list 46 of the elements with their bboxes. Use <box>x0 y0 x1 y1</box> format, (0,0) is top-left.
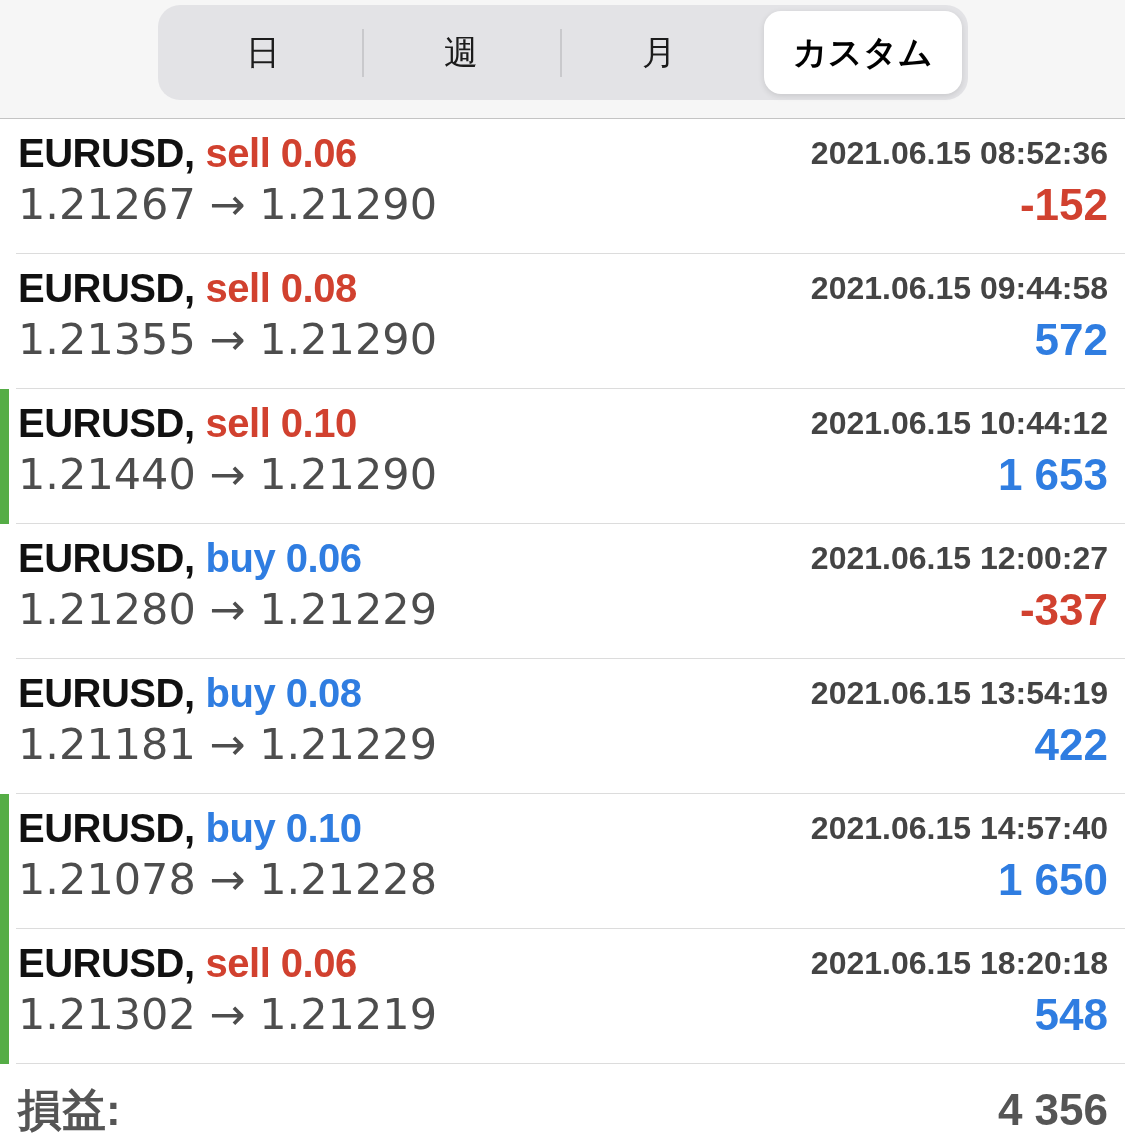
order-text: buy 0.10 <box>205 805 362 852</box>
symbol-text: EURUSD, <box>18 130 195 177</box>
symbol-text: EURUSD, <box>18 670 195 717</box>
trade-row[interactable]: EURUSD, sell 0.06 2021.06.15 08:52:36 1.21267 → 1.21290 -152 <box>0 119 1125 254</box>
trade-row[interactable]: EURUSD, buy 0.10 2021.06.15 14:57:40 1.21078 → 1.21228 1 650 <box>0 794 1125 929</box>
tab[interactable]: カスタム <box>763 11 962 94</box>
symbol-text: EURUSD, <box>18 535 195 582</box>
trade-row[interactable]: EURUSD, sell 0.08 2021.06.15 09:44:58 1.21355 → 1.21290 572 <box>0 254 1125 389</box>
time-text: 2021.06.15 10:44:12 <box>810 403 1108 443</box>
total-label: 損益: <box>18 1084 121 1136</box>
trade-row[interactable]: EURUSD, sell 0.06 2021.06.15 18:20:18 1.21302 → 1.21219 548 <box>0 929 1125 1064</box>
trade-row[interactable]: EURUSD, buy 0.08 2021.06.15 13:54:19 1.21181 → 1.21229 422 <box>0 659 1125 794</box>
order-text: sell 0.06 <box>205 940 357 987</box>
total-value: 4 356 <box>997 1084 1108 1136</box>
profit-text: -152 <box>1019 179 1108 231</box>
symbol-text: EURUSD, <box>18 400 195 447</box>
price-text: 1.21280 → 1.21229 <box>18 584 437 636</box>
order-text: sell 0.08 <box>205 265 357 312</box>
time-text: 2021.06.15 13:54:19 <box>810 673 1108 713</box>
price-text: 1.21440 → 1.21290 <box>18 449 437 501</box>
symbol-text: EURUSD, <box>18 805 195 852</box>
symbol-text: EURUSD, <box>18 940 195 987</box>
time-text: 2021.06.15 09:44:58 <box>810 268 1108 308</box>
trade-row[interactable]: EURUSD, sell 0.10 2021.06.15 10:44:12 1.21440 → 1.21290 1 653 <box>0 389 1125 524</box>
tab[interactable]: 日 <box>163 11 362 94</box>
price-text: 1.21302 → 1.21219 <box>18 989 437 1041</box>
symbol-text: EURUSD, <box>18 265 195 312</box>
profit-text: 422 <box>1034 719 1108 771</box>
time-text: 2021.06.15 18:20:18 <box>810 943 1108 983</box>
price-text: 1.21355 → 1.21290 <box>18 314 437 366</box>
profit-text: 548 <box>1034 989 1108 1041</box>
order-text: buy 0.06 <box>205 535 362 582</box>
profit-text: 572 <box>1034 314 1108 366</box>
time-text: 2021.06.15 12:00:27 <box>810 538 1108 578</box>
price-text: 1.21078 → 1.21228 <box>18 854 437 906</box>
order-text: sell 0.10 <box>205 400 357 447</box>
time-text: 2021.06.15 08:52:36 <box>810 133 1108 173</box>
order-text: sell 0.06 <box>205 130 357 177</box>
order-text: buy 0.08 <box>205 670 362 717</box>
price-text: 1.21181 → 1.21229 <box>18 719 437 771</box>
price-text: 1.21267 → 1.21290 <box>18 179 437 231</box>
profit-text: 1 650 <box>997 854 1108 906</box>
time-text: 2021.06.15 14:57:40 <box>810 808 1108 848</box>
trade-row[interactable]: EURUSD, buy 0.06 2021.06.15 12:00:27 1.21280 → 1.21229 -337 <box>0 524 1125 659</box>
profit-text: 1 653 <box>997 449 1108 501</box>
profit-text: -337 <box>1019 584 1108 636</box>
